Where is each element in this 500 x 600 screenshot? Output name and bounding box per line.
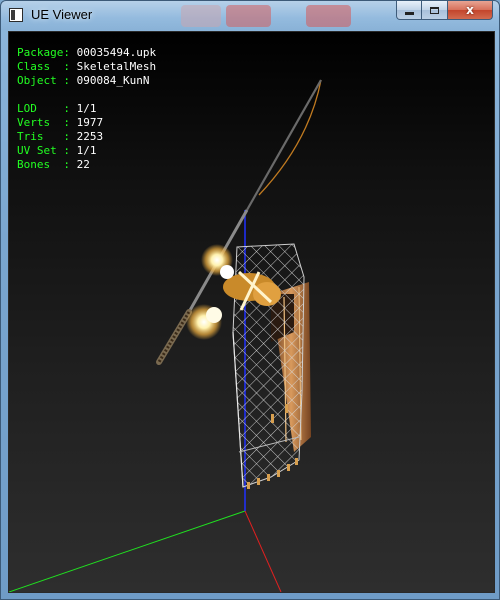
background-blur-left [181, 5, 221, 27]
axis-y-line [9, 510, 246, 592]
maximize-button[interactable] [422, 1, 448, 20]
info-package: Package: 00035494.upk [17, 46, 157, 59]
maximize-icon [430, 6, 439, 14]
app-window-icon[interactable] [9, 8, 23, 22]
minimize-icon [404, 11, 414, 15]
window-title: UE Viewer [31, 7, 93, 22]
info-uvset: UV Set : 1/1 [17, 144, 97, 157]
close-icon: x [466, 3, 474, 17]
mesh-info-overlay: Package: 00035494.upk Class : SkeletalMe… [17, 46, 156, 172]
background-blur-mid [226, 5, 271, 27]
3d-viewport[interactable]: Package: 00035494.upk Class : SkeletalMe… [8, 31, 495, 593]
ue-viewer-window: UE Viewer x Package: 00035494.upk Class … [0, 0, 500, 600]
info-lod: LOD : 1/1 [17, 102, 97, 115]
background-blur-right [306, 5, 351, 27]
close-button[interactable]: x [448, 1, 493, 20]
axis-x-line [244, 510, 282, 592]
info-bones: Bones : 22 [17, 158, 90, 171]
caption-buttons: x [396, 1, 493, 21]
info-class: Class : SkeletalMesh [17, 60, 157, 73]
info-verts: Verts : 1977 [17, 116, 104, 129]
info-object: Object : 090084_KunN [17, 74, 150, 87]
minimize-button[interactable] [396, 1, 422, 20]
title-bar[interactable]: UE Viewer x [1, 1, 499, 30]
info-tris: Tris : 2253 [17, 130, 104, 143]
